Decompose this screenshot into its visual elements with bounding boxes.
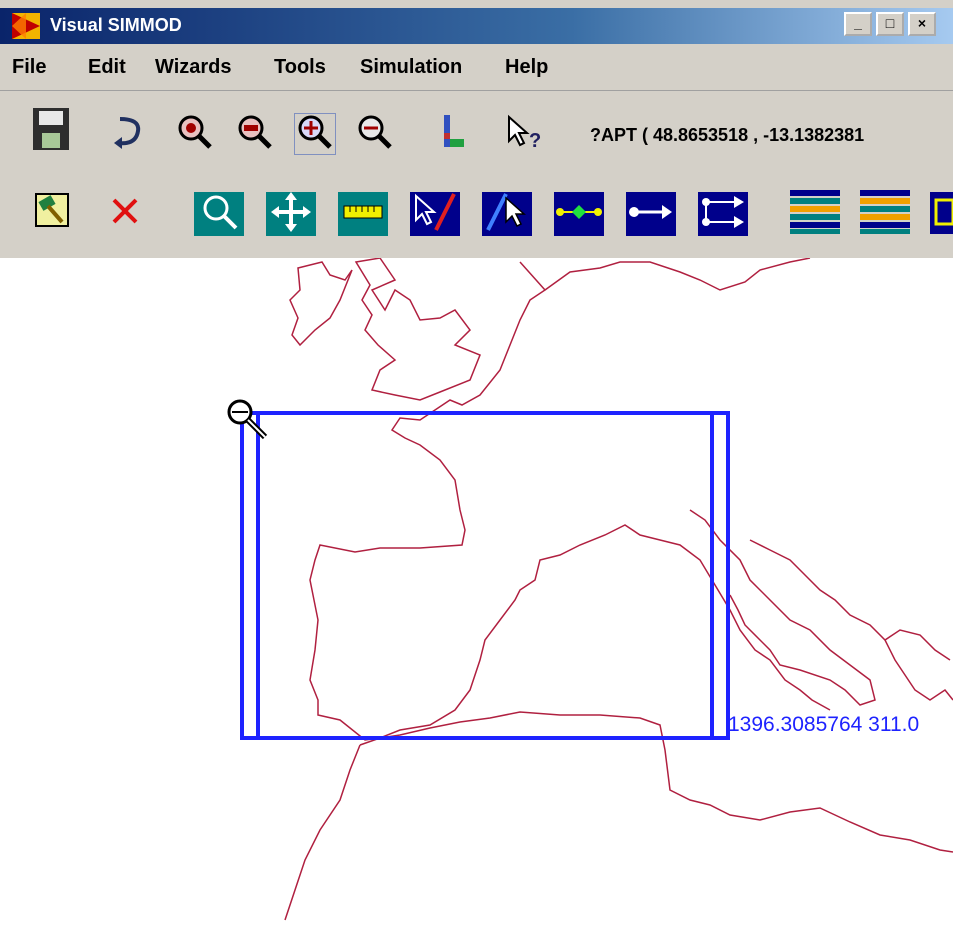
select-link-button[interactable] (482, 192, 532, 236)
selection-rectangle (240, 411, 730, 740)
edit-properties-button[interactable] (34, 192, 70, 233)
layers-button[interactable] (440, 113, 470, 156)
whats-this-button[interactable]: ? (505, 113, 545, 156)
menu-tools[interactable]: Tools (274, 56, 326, 79)
runway-lines-2-button[interactable] (860, 189, 910, 239)
arrow-link-icon (626, 190, 676, 239)
node-link-icon (554, 190, 604, 239)
zoom-minus-icon (356, 113, 394, 156)
delete-button[interactable] (108, 196, 142, 230)
route-icon (698, 190, 748, 239)
grid-icon (930, 192, 953, 236)
toolbar-main: ? ?APT ( 48.8653518 , -13.1382381 (0, 91, 953, 169)
node-link-button[interactable] (554, 192, 604, 236)
edit-hammer-icon (34, 192, 70, 233)
zoom-in-button[interactable] (176, 115, 214, 153)
ireland-coastline (289, 261, 353, 347)
map-coordinate-readout: 1396.3085764 311.0 (728, 713, 920, 736)
draw-line-icon (410, 190, 460, 239)
draw-line-button[interactable] (410, 192, 460, 236)
maximize-button[interactable]: □ (876, 12, 904, 36)
minimize-button[interactable]: _ (844, 12, 872, 36)
toolbar-edit (0, 170, 953, 259)
morocco-coastline (284, 744, 361, 921)
germany-coast (544, 258, 811, 291)
zoom-lens-icon (194, 190, 244, 239)
map-canvas[interactable]: 1396.3085764 311.0 (0, 258, 953, 928)
zoom-tool-button[interactable] (194, 192, 244, 236)
mainland-europe-coastline (309, 261, 831, 741)
zoom-in-icon (176, 113, 214, 156)
window-title: Visual SIMMOD (50, 15, 182, 35)
map-drawing (227, 258, 953, 921)
save-button[interactable] (32, 107, 70, 156)
zoom-out-button[interactable] (236, 115, 274, 153)
menu-bar: File Edit Wizards Tools Simulation Help (0, 46, 953, 91)
zoom-out-icon (236, 113, 274, 156)
svg-text:?: ? (529, 130, 541, 151)
runway-lines-button[interactable] (790, 189, 840, 239)
pan-tool-button[interactable] (266, 190, 316, 239)
britain-coastline (354, 258, 481, 401)
title-bar[interactable]: Visual SIMMOD _ □ × (0, 8, 953, 44)
undo-button[interactable] (110, 113, 146, 153)
pan-icon (266, 190, 316, 239)
delete-x-icon (108, 194, 142, 233)
arrow-link-button[interactable] (626, 192, 676, 236)
measure-tool-button[interactable] (338, 192, 388, 236)
zoom-box-button[interactable] (294, 113, 336, 155)
menu-help[interactable]: Help (505, 56, 548, 79)
route-button[interactable] (698, 192, 748, 236)
whats-this-icon: ? (505, 113, 545, 156)
runway-lines-icon (790, 189, 840, 239)
select-link-icon (482, 190, 532, 239)
balkans-coastline (749, 539, 951, 661)
coastline-layer (284, 258, 953, 921)
apt-coordinate-readout: ?APT ( 48.8653518 , -13.1382381 (590, 125, 865, 145)
zoom-minus-button[interactable] (356, 115, 394, 153)
undo-icon (110, 111, 146, 156)
menu-edit[interactable]: Edit (88, 56, 126, 79)
grid-button[interactable] (930, 192, 953, 236)
ruler-icon (338, 190, 388, 239)
app-window: Visual SIMMOD _ □ × File Edit Wizards To… (0, 0, 953, 928)
layers-icon (440, 113, 470, 156)
runway-lines-2-icon (860, 189, 910, 239)
menu-file[interactable]: File (12, 56, 46, 79)
close-button[interactable]: × (908, 12, 936, 36)
menu-wizards[interactable]: Wizards (155, 56, 232, 79)
simmod-logo-icon (12, 13, 40, 39)
save-icon (32, 107, 70, 156)
menu-simulation[interactable]: Simulation (360, 56, 462, 79)
greece-coastline (884, 639, 953, 701)
zoom-box-icon (296, 113, 334, 156)
